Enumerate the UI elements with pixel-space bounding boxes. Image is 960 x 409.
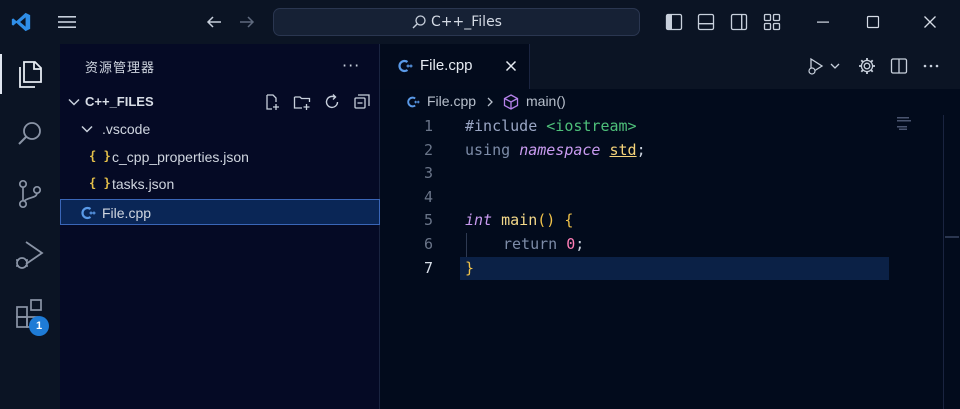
line-content: return 0; <box>503 235 585 253</box>
symbol-method-icon <box>503 94 519 110</box>
title-bar: C++_Files <box>0 0 960 44</box>
tree-item-c-cpp-properties[interactable]: { } c_cpp_properties.json <box>60 144 380 170</box>
cpp-file-icon <box>407 96 420 108</box>
new-file-icon[interactable] <box>263 93 281 111</box>
minimap[interactable] <box>895 115 943 409</box>
cpp-file-icon <box>81 206 96 220</box>
customize-layout-icon[interactable] <box>762 12 782 32</box>
json-file-icon: { } <box>89 176 111 190</box>
line-number: 3 <box>423 164 433 183</box>
line-number: 6 <box>423 235 433 253</box>
back-arrow-icon[interactable] <box>204 12 224 32</box>
breadcrumb-file[interactable]: File.cpp <box>427 93 476 109</box>
current-line-highlight <box>460 256 889 281</box>
code-line: 2 using namespace std; <box>380 139 900 163</box>
json-file-icon: { } <box>89 149 111 163</box>
gear-icon[interactable] <box>857 56 877 76</box>
cpp-file-icon <box>398 59 413 73</box>
tree-item-label: tasks.json <box>112 176 175 192</box>
tree-item-label: .vscode <box>102 121 151 137</box>
tree-item-label: c_cpp_properties.json <box>112 149 249 165</box>
chevron-down-icon[interactable] <box>828 56 842 76</box>
split-editor-icon[interactable] <box>889 56 909 76</box>
tree-item-tasks-json[interactable]: { } tasks.json <box>60 171 380 197</box>
line-number: 5 <box>423 211 433 230</box>
toggle-secondary-sidebar-icon[interactable] <box>729 12 749 32</box>
source-control-icon[interactable] <box>12 176 48 212</box>
code-line: 4 <box>380 186 900 210</box>
line-content: #include <iostream> <box>465 117 637 135</box>
editor-tab-bar: File.cpp <box>380 44 960 89</box>
line-content: } <box>465 258 475 277</box>
explorer-title: 资源管理器 <box>85 61 156 76</box>
command-center-search[interactable]: C++_Files <box>273 8 640 36</box>
tree-item-file-cpp[interactable]: File.cpp <box>60 199 380 225</box>
search-text: C++_Files <box>431 14 502 30</box>
workspace-folder-row[interactable]: C++_FILES <box>60 90 380 114</box>
line-content: int main() { <box>465 211 574 230</box>
line-number: 7 <box>423 258 433 277</box>
explorer-more-button[interactable]: ··· <box>342 56 360 75</box>
chevron-down-icon <box>81 125 93 133</box>
code-line: 3 <box>380 162 900 186</box>
chevron-down-icon <box>68 98 80 106</box>
tab-label: File.cpp <box>420 57 473 74</box>
tree-item-label: File.cpp <box>102 205 152 221</box>
breadcrumb: File.cpp main() <box>380 89 960 115</box>
code-line: 6 return 0; <box>380 233 900 257</box>
code-line-current: 7 } <box>380 256 889 281</box>
indent-guide <box>466 233 467 257</box>
code-editor[interactable]: 1 #include <iostream> 2 using namespace … <box>380 115 960 409</box>
activity-bar: 1 <box>0 44 60 409</box>
line-number: 4 <box>423 187 433 206</box>
vscode-logo-icon <box>11 12 31 32</box>
close-window-icon[interactable] <box>918 10 942 34</box>
close-icon[interactable] <box>502 57 520 75</box>
search-label: C++_Files <box>274 9 639 35</box>
collapse-all-icon[interactable] <box>353 93 371 111</box>
explorer-sidebar: 资源管理器 ··· C++_FILES .vscode { } c_cpp_pr… <box>60 44 380 409</box>
chevron-right-icon <box>487 97 493 107</box>
run-file-icon[interactable] <box>806 56 826 76</box>
toggle-primary-sidebar-icon[interactable] <box>664 12 684 32</box>
search-view-icon[interactable] <box>12 116 48 152</box>
menu-icon[interactable] <box>57 14 77 30</box>
extensions-badge: 1 <box>29 316 49 336</box>
new-folder-icon[interactable] <box>293 93 311 111</box>
refresh-icon[interactable] <box>323 93 341 111</box>
active-indicator <box>0 54 2 94</box>
search-icon <box>412 15 426 29</box>
minimize-icon[interactable] <box>811 10 835 34</box>
explorer-icon[interactable] <box>12 56 48 92</box>
scrollbar-marker <box>945 236 959 238</box>
code-line: 1 #include <iostream> <box>380 115 900 139</box>
run-and-debug-icon[interactable] <box>12 236 48 272</box>
breadcrumb-symbol[interactable]: main() <box>526 93 566 109</box>
workspace-folder-name: C++_FILES <box>85 94 154 109</box>
tab-file-cpp[interactable]: File.cpp <box>380 44 530 89</box>
line-number: 1 <box>423 117 433 135</box>
line-content: using namespace std; <box>465 140 646 159</box>
forward-arrow-icon[interactable] <box>237 12 257 32</box>
toggle-panel-icon[interactable] <box>696 12 716 32</box>
maximize-icon[interactable] <box>861 10 885 34</box>
tree-item-vscode-folder[interactable]: .vscode <box>60 116 380 142</box>
line-number: 2 <box>423 140 433 159</box>
vertical-scrollbar[interactable] <box>943 115 960 409</box>
more-actions-icon[interactable] <box>921 56 941 76</box>
code-line: 5 int main() { <box>380 209 900 233</box>
